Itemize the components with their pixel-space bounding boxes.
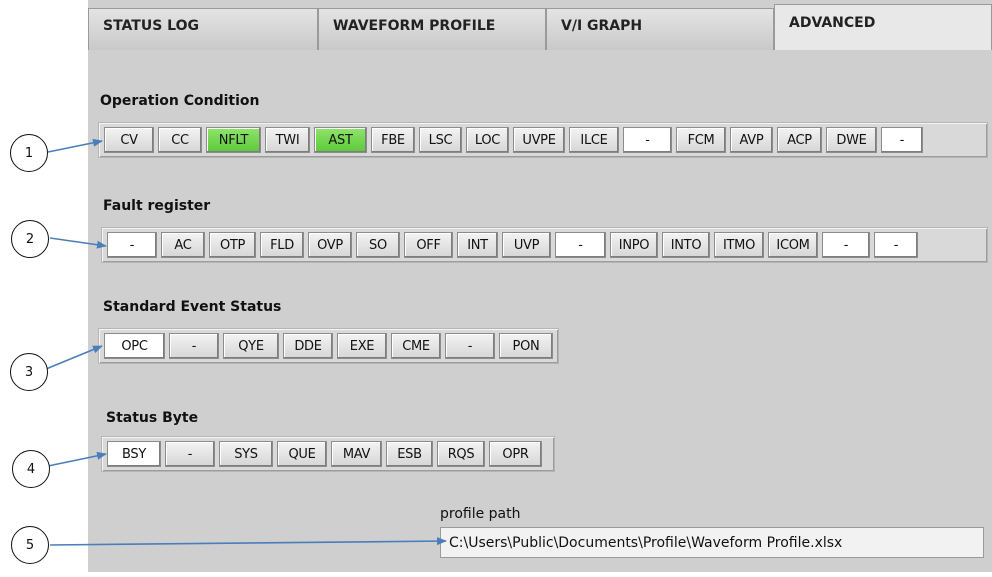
callout-arrow-4 bbox=[47, 451, 107, 467]
callout-2: 2 bbox=[11, 220, 49, 258]
callout-3: 3 bbox=[10, 353, 48, 391]
callout-arrow-2 bbox=[49, 237, 107, 249]
callout-arrow-3 bbox=[45, 345, 103, 370]
callout-arrow-1 bbox=[47, 138, 103, 153]
callout-arrows bbox=[45, 138, 447, 546]
callout-5: 5 bbox=[11, 526, 49, 564]
callout-arrow-5 bbox=[49, 537, 447, 546]
callout-1: 1 bbox=[10, 134, 48, 172]
callout-4: 4 bbox=[12, 450, 50, 488]
